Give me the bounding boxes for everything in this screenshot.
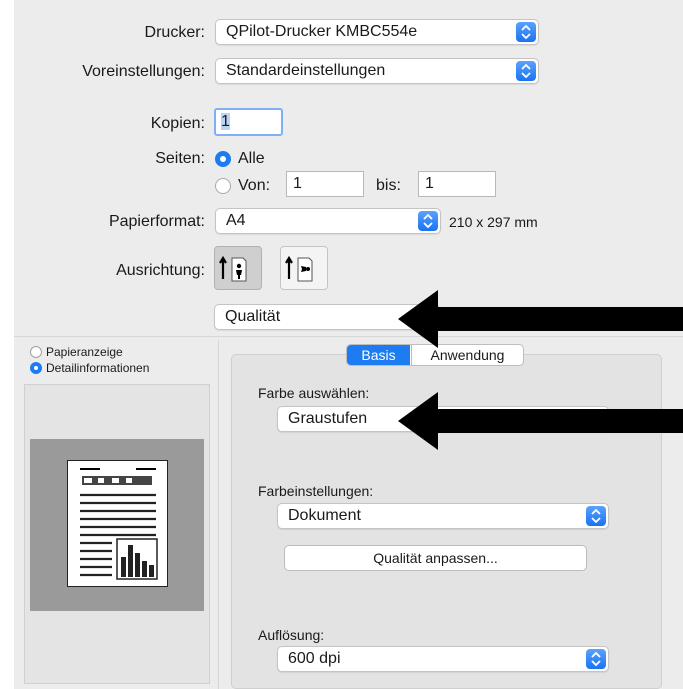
presets-label: Voreinstellungen: [82, 63, 205, 80]
color-settings-value: Dokument [288, 507, 361, 524]
color-settings-label: Farbeinstellungen: [258, 483, 374, 499]
color-select-label: Farbe auswählen: [258, 385, 370, 401]
portrait-orientation-icon [219, 255, 247, 282]
presets-select[interactable]: Standardeinstellungen [215, 58, 539, 84]
detail-info-label: Detailinformationen [46, 361, 150, 375]
paper-select[interactable]: A4 [215, 208, 441, 234]
select-arrows-icon [516, 61, 536, 81]
section-value: Qualität [225, 308, 281, 325]
pages-label: Seiten: [155, 150, 205, 167]
pages-all-radio[interactable] [215, 151, 231, 167]
pages-to-value: 1 [425, 175, 434, 192]
select-arrows-icon [586, 649, 606, 669]
adjust-quality-button[interactable]: Qualität anpassen... [284, 545, 587, 571]
presets-value: Standardeinstellungen [226, 62, 386, 79]
paper-size-text: 210 x 297 mm [449, 214, 538, 230]
printer-select[interactable]: QPilot-Drucker KMBC554e [215, 19, 539, 45]
pages-from-field[interactable]: 1 [286, 171, 364, 197]
pages-from-value: 1 [293, 175, 302, 192]
pages-to-field[interactable]: 1 [418, 171, 496, 197]
color-select-value: Graustufen [288, 410, 368, 427]
paper-view-label: Papieranzeige [46, 345, 123, 359]
printer-value: QPilot-Drucker KMBC554e [226, 23, 418, 40]
detail-info-radio[interactable] [30, 362, 42, 374]
document-preview [67, 460, 168, 587]
resolution-label: Auflösung: [258, 627, 325, 643]
pages-all-label: Alle [238, 150, 265, 167]
paper-label: Papierformat: [108, 213, 205, 230]
annotation-arrow-icon [398, 392, 683, 450]
resolution-value: 600 dpi [288, 650, 341, 667]
vertical-divider [218, 340, 219, 689]
orientation-portrait-button[interactable] [214, 246, 262, 290]
orientation-landscape-button[interactable] [280, 246, 328, 290]
orientation-label: Ausrichtung: [116, 262, 205, 279]
document-thumbnail-icon [80, 468, 158, 580]
resolution-select[interactable]: 600 dpi [277, 646, 609, 672]
annotation-arrow-icon [398, 290, 683, 348]
pages-from-label: Von: [238, 177, 271, 194]
printer-label: Drucker: [144, 24, 205, 41]
copies-value: 1 [221, 113, 230, 130]
select-arrows-icon [418, 211, 438, 231]
copies-field[interactable]: 1 [214, 108, 283, 136]
select-arrows-icon [586, 506, 606, 526]
pages-range-radio[interactable] [215, 178, 231, 194]
select-arrows-icon [516, 22, 536, 42]
landscape-orientation-icon [285, 255, 313, 282]
paper-view-radio[interactable] [30, 346, 42, 358]
color-settings-select[interactable]: Dokument [277, 503, 609, 529]
pages-to-label: bis: [376, 177, 401, 194]
paper-value: A4 [226, 212, 246, 229]
copies-label: Kopien: [150, 115, 205, 132]
